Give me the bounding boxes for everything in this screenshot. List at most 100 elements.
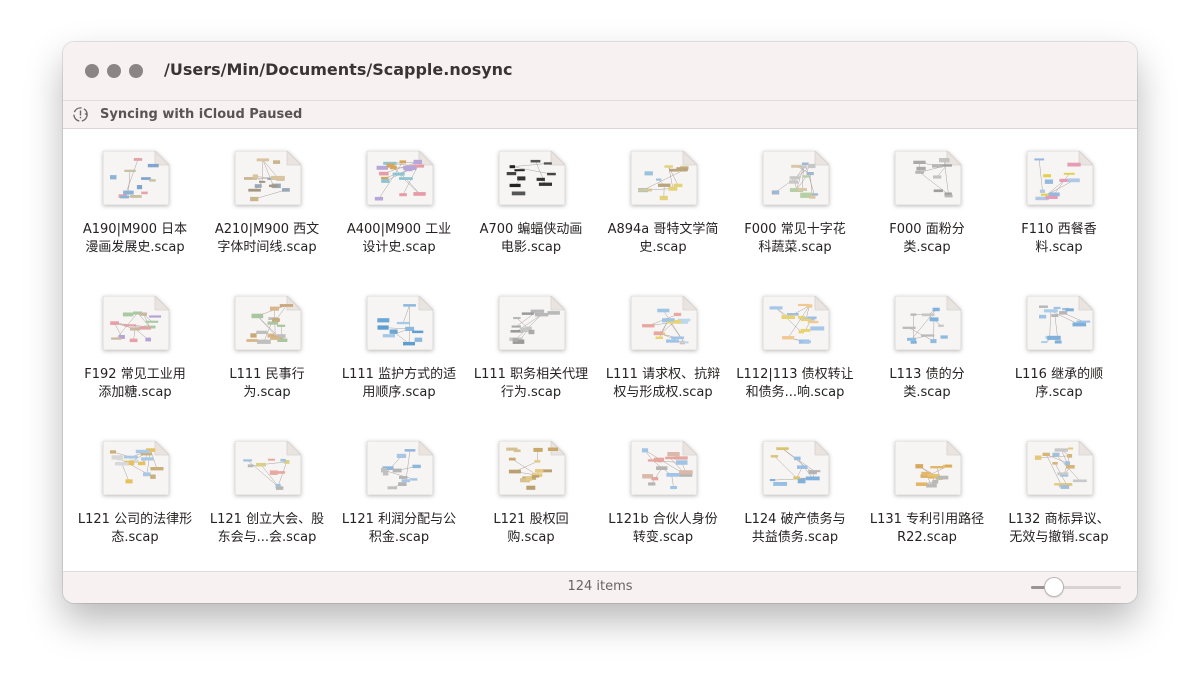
file-name-line: 漫画发展史.scap (85, 240, 185, 255)
file-item[interactable]: A210|M900 西文 字体时间线.scap (201, 129, 333, 274)
scapple-file-icon[interactable] (366, 440, 434, 496)
file-item[interactable]: A190|M900 日本 漫画发展史.scap (69, 129, 201, 274)
file-item[interactable]: L111 监护方式的适 用顺序.scap (333, 274, 465, 419)
scapple-file-icon[interactable] (498, 295, 566, 351)
scapple-file-icon[interactable] (102, 295, 170, 351)
minimize-button[interactable] (107, 64, 121, 78)
file-name-line: L116 继承的顺 (1014, 367, 1104, 382)
file-name[interactable]: L116 继承的顺 序.scap (997, 366, 1121, 402)
file-name-line: 积金.scap (368, 530, 430, 545)
file-name-line: R22.scap (897, 530, 957, 545)
file-name[interactable]: L121 股权回 购.scap (469, 511, 593, 547)
file-name[interactable]: A894a 哥特文学简 史.scap (601, 221, 725, 257)
file-name-line: 购.scap (507, 530, 555, 545)
file-item[interactable]: L116 继承的顺 序.scap (993, 274, 1125, 419)
icon-size-slider[interactable] (1031, 577, 1123, 599)
file-item[interactable]: A400|M900 工业 设计史.scap (333, 129, 465, 274)
file-item[interactable]: L113 债的分 类.scap (861, 274, 993, 419)
scapple-file-icon[interactable] (366, 150, 434, 206)
file-name-line: L121 利润分配与公 (341, 512, 457, 527)
slider-knob[interactable] (1045, 578, 1064, 596)
file-name[interactable]: F110 西餐香 料.scap (997, 221, 1121, 257)
file-item[interactable]: L131 专利引用路径 R22.scap (861, 419, 993, 564)
file-name-line: 科蔬菜.scap (758, 240, 832, 255)
file-name[interactable]: F000 面粉分 类.scap (865, 221, 989, 257)
file-item[interactable]: A700 蝙蝠侠动画 电影.scap (465, 129, 597, 274)
file-item[interactable]: L112|113 债权转让 和债务...响.scap (729, 274, 861, 419)
file-name-line: L111 职务相关代理 (473, 367, 589, 382)
file-name[interactable]: L113 债的分 类.scap (865, 366, 989, 402)
close-button[interactable] (85, 64, 99, 78)
file-name[interactable]: L112|113 债权转让 和债务...响.scap (733, 366, 857, 402)
scapple-file-icon[interactable] (894, 150, 962, 206)
title-bar[interactable]: /Users/Min/Documents/Scapple.nosync (63, 42, 1137, 101)
scapple-file-icon[interactable] (630, 150, 698, 206)
file-item[interactable]: F110 西餐香 料.scap (993, 129, 1125, 274)
file-name[interactable]: L121 公司的法律形 态.scap (73, 511, 197, 547)
scapple-file-icon[interactable] (1026, 150, 1094, 206)
file-thumbnail-preview (762, 150, 830, 206)
file-name[interactable]: A700 蝙蝠侠动画 电影.scap (469, 221, 593, 257)
file-item[interactable]: L111 请求权、抗辩 权与形成权.scap (597, 274, 729, 419)
file-name[interactable]: A400|M900 工业 设计史.scap (337, 221, 461, 257)
file-name-line: L121 股权回 (493, 512, 569, 527)
file-name[interactable]: L124 破产债务与 共益债务.scap (733, 511, 857, 547)
file-item[interactable]: F000 面粉分 类.scap (861, 129, 993, 274)
file-item[interactable]: F192 常见工业用 添加糖.scap (69, 274, 201, 419)
file-name[interactable]: L131 专利引用路径 R22.scap (865, 511, 989, 547)
scapple-file-icon[interactable] (762, 440, 830, 496)
scapple-file-icon[interactable] (102, 150, 170, 206)
scapple-file-icon[interactable] (498, 440, 566, 496)
scapple-file-icon[interactable] (894, 295, 962, 351)
scapple-file-icon[interactable] (366, 295, 434, 351)
file-item[interactable]: L111 职务相关代理 行为.scap (465, 274, 597, 419)
scapple-file-icon[interactable] (762, 295, 830, 351)
file-item[interactable]: L111 民事行 为.scap (201, 274, 333, 419)
file-name[interactable]: L111 监护方式的适 用顺序.scap (337, 366, 461, 402)
file-item[interactable]: F000 常见十字花 科蔬菜.scap (729, 129, 861, 274)
finder-window: /Users/Min/Documents/Scapple.nosync Sync… (63, 42, 1137, 603)
file-name[interactable]: L111 职务相关代理 行为.scap (469, 366, 593, 402)
file-item[interactable]: L121 股权回 购.scap (465, 419, 597, 564)
file-name[interactable]: A190|M900 日本 漫画发展史.scap (73, 221, 197, 257)
file-item[interactable]: L121 创立大会、股 东会与...会.scap (201, 419, 333, 564)
scapple-file-icon[interactable] (762, 150, 830, 206)
file-name[interactable]: L121 利润分配与公 积金.scap (337, 511, 461, 547)
file-thumbnail-preview (366, 150, 434, 206)
scapple-file-icon[interactable] (234, 295, 302, 351)
file-name[interactable]: A210|M900 西文 字体时间线.scap (205, 221, 329, 257)
file-name[interactable]: L111 民事行 为.scap (205, 366, 329, 402)
file-item[interactable]: L121 公司的法律形 态.scap (69, 419, 201, 564)
file-name-line: 用顺序.scap (362, 385, 436, 400)
scapple-file-icon[interactable] (498, 150, 566, 206)
file-thumbnail-preview (1026, 150, 1094, 206)
file-name-line: L112|113 债权转让 (736, 367, 854, 382)
file-name[interactable]: L111 请求权、抗辩 权与形成权.scap (601, 366, 725, 402)
file-name[interactable]: F192 常见工业用 添加糖.scap (73, 366, 197, 402)
file-item[interactable]: A894a 哥特文学简 史.scap (597, 129, 729, 274)
file-item[interactable]: L121b 合伙人身份 转变.scap (597, 419, 729, 564)
file-item[interactable]: L124 破产债务与 共益债务.scap (729, 419, 861, 564)
scapple-file-icon[interactable] (1026, 440, 1094, 496)
file-name-line: 史.scap (639, 240, 687, 255)
file-name[interactable]: L132 商标异议、 无效与撤销.scap (997, 511, 1121, 547)
file-item[interactable]: L132 商标异议、 无效与撤销.scap (993, 419, 1125, 564)
status-bar: 124 items (63, 571, 1137, 603)
scapple-file-icon[interactable] (1026, 295, 1094, 351)
file-thumbnail-preview (234, 295, 302, 351)
file-item[interactable]: L121 利润分配与公 积金.scap (333, 419, 465, 564)
file-name[interactable]: F000 常见十字花 科蔬菜.scap (733, 221, 857, 257)
file-thumbnail-preview (102, 440, 170, 496)
scapple-file-icon[interactable] (102, 440, 170, 496)
scapple-file-icon[interactable] (234, 440, 302, 496)
zoom-button[interactable] (129, 64, 143, 78)
scapple-file-icon[interactable] (234, 150, 302, 206)
scapple-file-icon[interactable] (630, 440, 698, 496)
file-thumbnail-preview (630, 150, 698, 206)
scapple-file-icon[interactable] (630, 295, 698, 351)
file-name[interactable]: L121b 合伙人身份 转变.scap (601, 511, 725, 547)
file-name-line: A400|M900 工业 (346, 222, 452, 237)
file-thumbnail-preview (1026, 295, 1094, 351)
file-name[interactable]: L121 创立大会、股 东会与...会.scap (205, 511, 329, 547)
scapple-file-icon[interactable] (894, 440, 962, 496)
